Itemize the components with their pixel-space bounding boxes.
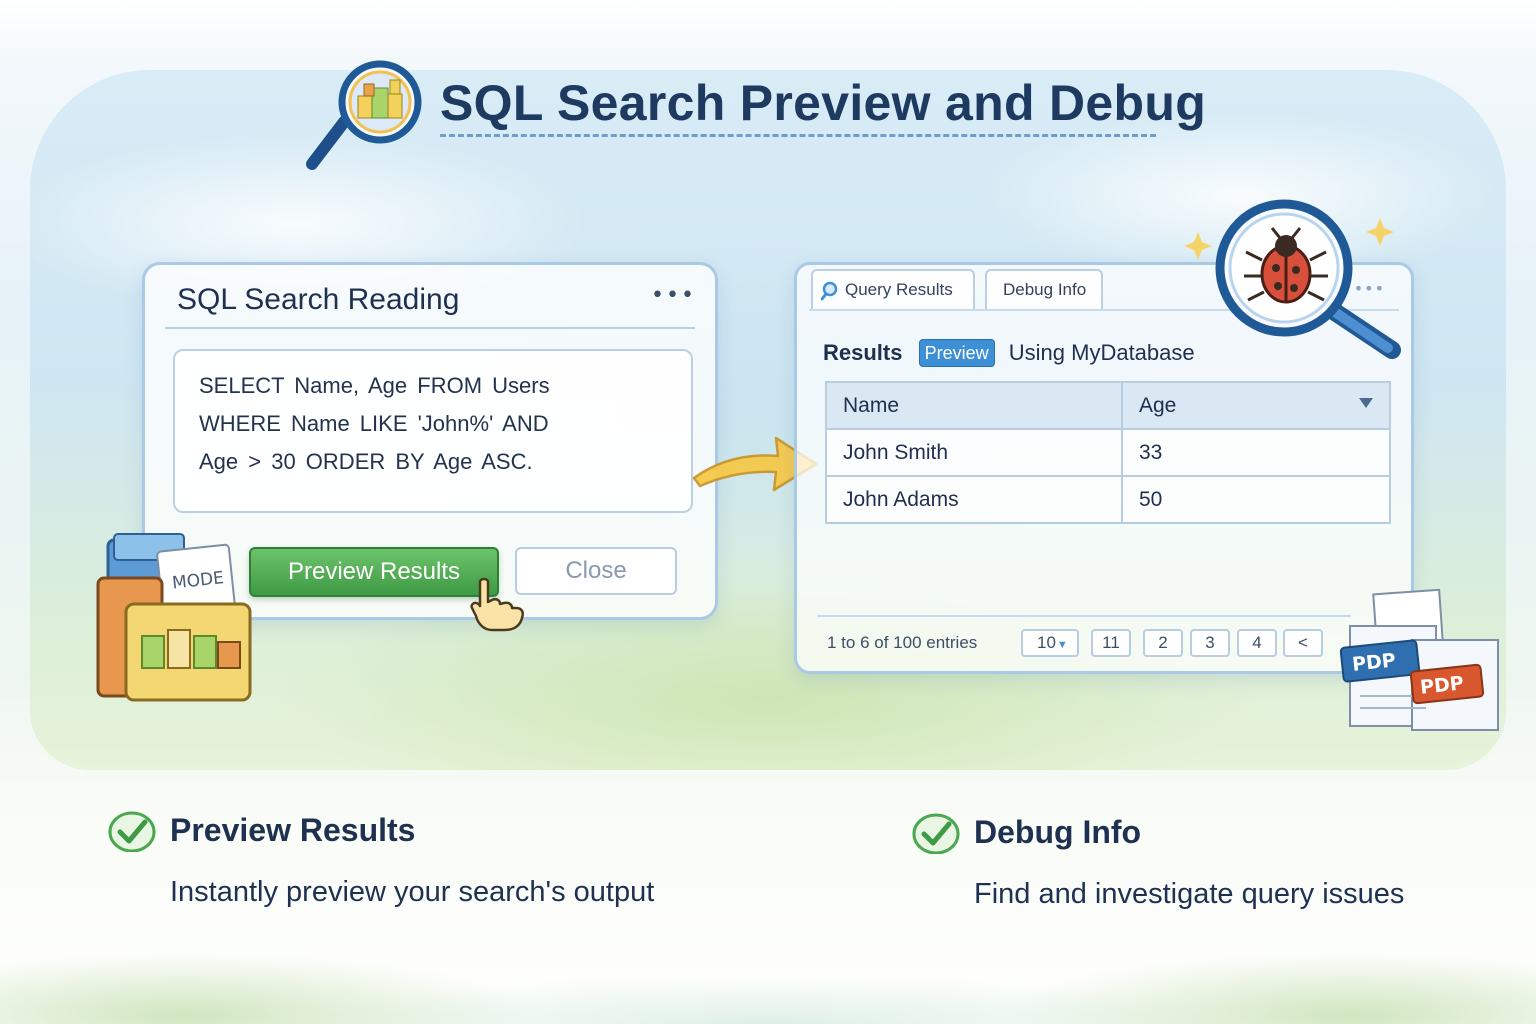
column-header-name[interactable]: Name — [825, 381, 1123, 430]
feature-title: Debug Info — [974, 814, 1142, 850]
sql-query-line: Age > 30 ORDER BY Age ASC. — [199, 449, 533, 474]
tab-debug-info[interactable]: Debug Info — [985, 269, 1103, 309]
check-circle-icon — [108, 811, 156, 852]
title-underline — [440, 134, 1156, 137]
page-title: SQL Search Preview and Debug — [440, 75, 1207, 131]
page-button[interactable]: 3 — [1190, 629, 1230, 657]
results-header: Results Preview Using MyDatabase — [823, 339, 1195, 367]
sql-query-line: WHERE Name LIKE 'John%' AND — [199, 411, 549, 436]
feature-description: Instantly preview your search's output — [170, 876, 655, 908]
sql-panel-title: SQL Search Reading — [177, 283, 460, 316]
more-options-icon[interactable]: ••• — [651, 285, 694, 307]
search-icon — [821, 281, 838, 301]
page-button[interactable]: 4 — [1237, 629, 1277, 657]
pdf-files-illustration: PDP PDP — [1339, 588, 1499, 731]
page-size-select[interactable]: 10▼ — [1021, 629, 1079, 657]
results-label: Results — [823, 340, 903, 365]
page-size-value: 10 — [1037, 633, 1056, 652]
feature-description: Find and investigate query issues — [974, 878, 1405, 910]
table-row[interactable]: John Adams 50 — [825, 475, 1391, 524]
sql-query-line: SELECT Name, Age FROM Users — [199, 373, 550, 398]
tab-query-results[interactable]: Query Results — [811, 269, 975, 309]
pager-divider — [817, 615, 1351, 617]
pagination-info: 1 to 6 of 100 entries — [827, 633, 978, 652]
tab-label: Debug Info — [1003, 280, 1087, 299]
column-header-age[interactable]: Age — [1121, 381, 1391, 430]
pointer-hand-icon — [470, 577, 524, 632]
table-cell: John Smith — [825, 428, 1123, 477]
page-button[interactable]: 2 — [1143, 629, 1183, 657]
chevron-down-icon: ▼ — [1056, 639, 1068, 651]
preview-badge: Preview — [918, 339, 995, 367]
page-header: SQL Search Preview and Debug — [300, 60, 1206, 180]
tab-label: Query Results — [845, 280, 953, 299]
database-label: Using MyDatabase — [1008, 340, 1195, 365]
table-row[interactable]: John Smith 33 — [825, 428, 1391, 477]
sort-down-icon[interactable] — [1359, 397, 1373, 408]
table-cell: John Adams — [825, 475, 1123, 524]
feature-title: Preview Results — [170, 812, 416, 848]
table-cell: 33 — [1121, 428, 1391, 477]
pdf-label: PDP — [1419, 672, 1465, 698]
preview-results-button[interactable]: Preview Results — [249, 547, 499, 597]
folder-illustration: MODE — [96, 533, 252, 702]
results-table: Name Age John Smith 33 John Adams 50 — [825, 381, 1391, 524]
table-header-row: Name Age — [825, 381, 1391, 430]
pdf-label: PDP — [1351, 649, 1397, 675]
table-cell: 50 — [1121, 475, 1391, 524]
prev-page-button[interactable]: < — [1283, 629, 1323, 657]
panel-divider — [165, 327, 695, 329]
bug-magnifier-icon — [1184, 199, 1401, 359]
check-circle-icon — [912, 813, 960, 854]
magnifier-database-icon — [306, 60, 422, 170]
sql-query-editor[interactable]: SELECT Name, Age FROM Users WHERE Name L… — [173, 349, 693, 513]
close-button[interactable]: Close — [515, 547, 677, 595]
page-button[interactable]: 11 — [1091, 629, 1131, 657]
